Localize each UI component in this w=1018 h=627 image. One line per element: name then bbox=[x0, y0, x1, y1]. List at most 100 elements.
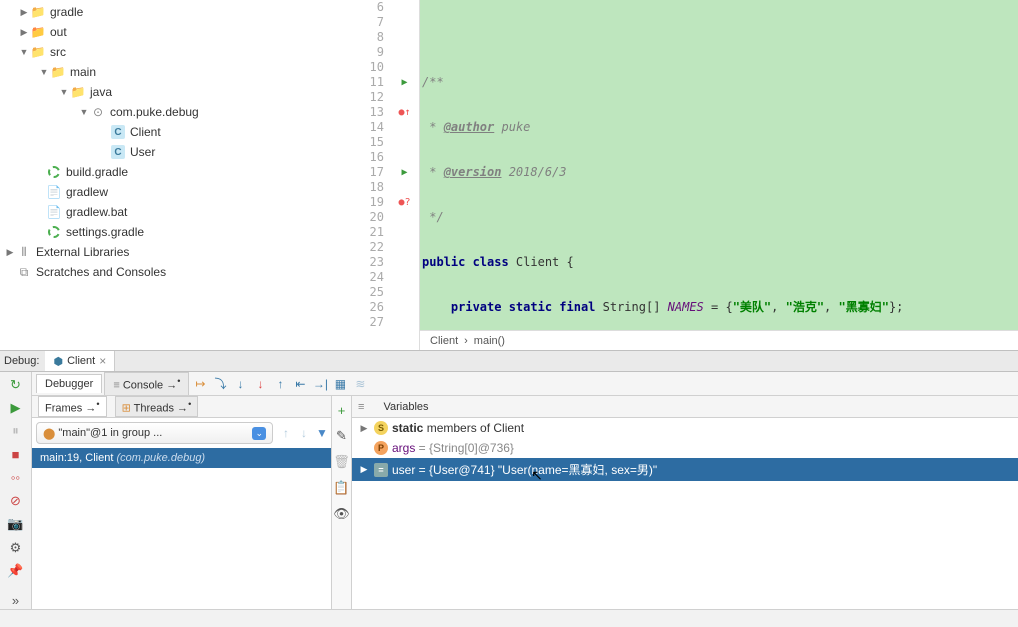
add-watch-button[interactable]: + bbox=[332, 400, 352, 420]
chevron-right-icon: › bbox=[464, 335, 468, 347]
tree-gradlew[interactable]: gradlew bbox=[0, 182, 360, 202]
object-badge-icon: = bbox=[374, 463, 388, 477]
layout-button[interactable]: » bbox=[6, 592, 26, 609]
code-area[interactable]: /** * @author puke * @version 2018/6/3 *… bbox=[420, 0, 1018, 350]
collapse-icon[interactable] bbox=[38, 66, 50, 78]
tree-buildgradle[interactable]: build.gradle bbox=[0, 162, 360, 182]
stack-frame[interactable]: main:19, Client (com.puke.debug) bbox=[32, 448, 331, 468]
evaluate-button[interactable]: ▦ bbox=[331, 375, 349, 393]
tree-label: gradle bbox=[50, 5, 83, 19]
step-out-button[interactable]: ↑ bbox=[271, 375, 289, 393]
tree-out[interactable]: out bbox=[0, 22, 360, 42]
tree-label: User bbox=[130, 145, 155, 159]
show-watches-button[interactable]: 👁 bbox=[332, 504, 352, 524]
code-editor[interactable]: 6789101112131415161718192021222324252627… bbox=[360, 0, 1018, 350]
mute-breakpoints-button[interactable]: ⊘ bbox=[6, 492, 26, 509]
current-line-marker[interactable]: ●? bbox=[390, 195, 419, 210]
debug-toolwindow-header[interactable]: Debug: ⬢ Client × bbox=[0, 350, 1018, 372]
view-breakpoints-button[interactable]: ◦◦ bbox=[6, 469, 26, 486]
gradle-icon bbox=[48, 166, 60, 178]
dropdown-icon[interactable]: ⌄ bbox=[252, 427, 266, 440]
project-tree[interactable]: gradle out src main java com.puke.debug … bbox=[0, 0, 360, 350]
resume-button[interactable]: ▶ bbox=[6, 399, 26, 416]
debug-session-tab[interactable]: ⬢ Client × bbox=[45, 351, 115, 371]
rerun-button[interactable]: ↻ bbox=[6, 376, 26, 393]
new-watch-button[interactable]: ✎ bbox=[332, 426, 352, 446]
variable-user[interactable]: = user = {User@741} "User(name=黑寡妇, sex=… bbox=[352, 458, 1018, 481]
folder-icon bbox=[50, 64, 66, 80]
breadcrumb[interactable]: Client › main() bbox=[420, 330, 1018, 350]
prev-frame-button[interactable]: ↑ bbox=[277, 424, 295, 442]
tree-label: main bbox=[70, 65, 96, 79]
console-tab[interactable]: ≡ Console →• bbox=[104, 372, 189, 395]
tree-label: java bbox=[90, 85, 112, 99]
expand-icon[interactable] bbox=[4, 246, 16, 258]
run-gutter-icon[interactable]: ▶ bbox=[390, 75, 419, 90]
pin-button[interactable]: 📌 bbox=[6, 562, 26, 579]
stop-button[interactable]: ■ bbox=[6, 446, 26, 463]
tree-label: Client bbox=[130, 125, 161, 139]
pause-button[interactable]: ⏸ bbox=[6, 423, 26, 440]
scratch-icon bbox=[16, 264, 32, 280]
tree-extlib[interactable]: External Libraries bbox=[0, 242, 360, 262]
breadcrumb-method[interactable]: main() bbox=[474, 335, 505, 347]
step-over-button[interactable]: ⤵ bbox=[211, 375, 229, 393]
close-icon[interactable]: × bbox=[99, 354, 106, 368]
tree-src[interactable]: src bbox=[0, 42, 360, 62]
tree-gradle[interactable]: gradle bbox=[0, 2, 360, 22]
tree-client[interactable]: CClient bbox=[0, 122, 360, 142]
force-step-into-button[interactable]: ↓ bbox=[251, 375, 269, 393]
file-icon bbox=[46, 184, 62, 200]
drop-frame-button[interactable]: ⇤ bbox=[291, 375, 309, 393]
breadcrumb-class[interactable]: Client bbox=[430, 335, 458, 347]
filter-button[interactable]: ▼ bbox=[313, 424, 331, 442]
class-icon: C bbox=[111, 145, 125, 159]
debug-side-toolbar: ↻ ▶ ⏸ ■ ◦◦ ⊘ 📷 ⚙ 📌 » bbox=[0, 372, 32, 609]
thread-selector[interactable]: ⬤ "main"@1 in group ... ⌄ bbox=[36, 422, 273, 444]
tree-label: External Libraries bbox=[36, 245, 129, 259]
tree-java[interactable]: java bbox=[0, 82, 360, 102]
variables-label: Variables bbox=[383, 401, 428, 413]
collapse-icon[interactable] bbox=[58, 86, 70, 98]
threads-tab[interactable]: ⊞ Threads →• bbox=[115, 396, 199, 418]
tree-settingsgradle[interactable]: settings.gradle bbox=[0, 222, 360, 242]
run-gutter-icon[interactable]: ▶ bbox=[390, 165, 419, 180]
gutter-marks[interactable]: ▶ ●↑ ▶ ●? bbox=[390, 0, 420, 350]
tree-package[interactable]: com.puke.debug bbox=[0, 102, 360, 122]
tree-label: out bbox=[50, 25, 67, 39]
static-badge-icon: S bbox=[374, 421, 388, 435]
variable-static[interactable]: S static members of Client bbox=[352, 418, 1018, 438]
package-icon bbox=[90, 104, 106, 120]
run-to-cursor-button[interactable]: →| bbox=[311, 375, 329, 393]
status-bar bbox=[0, 609, 1018, 627]
collapse-icon[interactable] bbox=[18, 46, 30, 58]
trace-button[interactable]: ≋ bbox=[351, 375, 369, 393]
variables-panel: ≡ Variables S static members of Client P… bbox=[352, 396, 1018, 609]
folder-icon bbox=[30, 44, 46, 60]
remove-watch-button[interactable]: 🗑 bbox=[332, 452, 352, 472]
tree-main[interactable]: main bbox=[0, 62, 360, 82]
collapse-icon[interactable] bbox=[78, 106, 90, 118]
copy-button[interactable]: 📋 bbox=[332, 478, 352, 498]
tree-user[interactable]: C User bbox=[0, 142, 360, 162]
param-badge-icon: P bbox=[374, 441, 388, 455]
expand-icon[interactable] bbox=[18, 6, 30, 18]
thread-name: "main"@1 in group ... bbox=[58, 427, 162, 439]
debugger-tab[interactable]: Debugger bbox=[36, 374, 102, 393]
debug-tabs: Debugger ≡ Console →• ↦ ⤵ ↓ ↓ ↑ ⇤ →| ▦ ≋ bbox=[32, 372, 1018, 396]
frames-tab[interactable]: Frames →• bbox=[38, 396, 107, 418]
variable-args[interactable]: P args = {String[0]@736} bbox=[352, 438, 1018, 458]
folder-icon bbox=[30, 4, 46, 20]
settings-button[interactable]: ⚙ bbox=[6, 539, 26, 556]
expand-icon[interactable] bbox=[18, 26, 30, 38]
expand-icon[interactable] bbox=[358, 464, 370, 476]
next-frame-button[interactable]: ↓ bbox=[295, 424, 313, 442]
tree-scratches[interactable]: Scratches and Consoles bbox=[0, 262, 360, 282]
dump-button[interactable]: 📷 bbox=[6, 516, 26, 533]
expand-icon[interactable] bbox=[358, 422, 370, 434]
tree-label: gradlew bbox=[66, 185, 108, 199]
tree-gradlewbat[interactable]: gradlew.bat bbox=[0, 202, 360, 222]
breakpoint-marker[interactable]: ●↑ bbox=[390, 105, 419, 120]
step-into-button[interactable]: ↓ bbox=[231, 375, 249, 393]
show-execution-point-button[interactable]: ↦ bbox=[191, 375, 209, 393]
